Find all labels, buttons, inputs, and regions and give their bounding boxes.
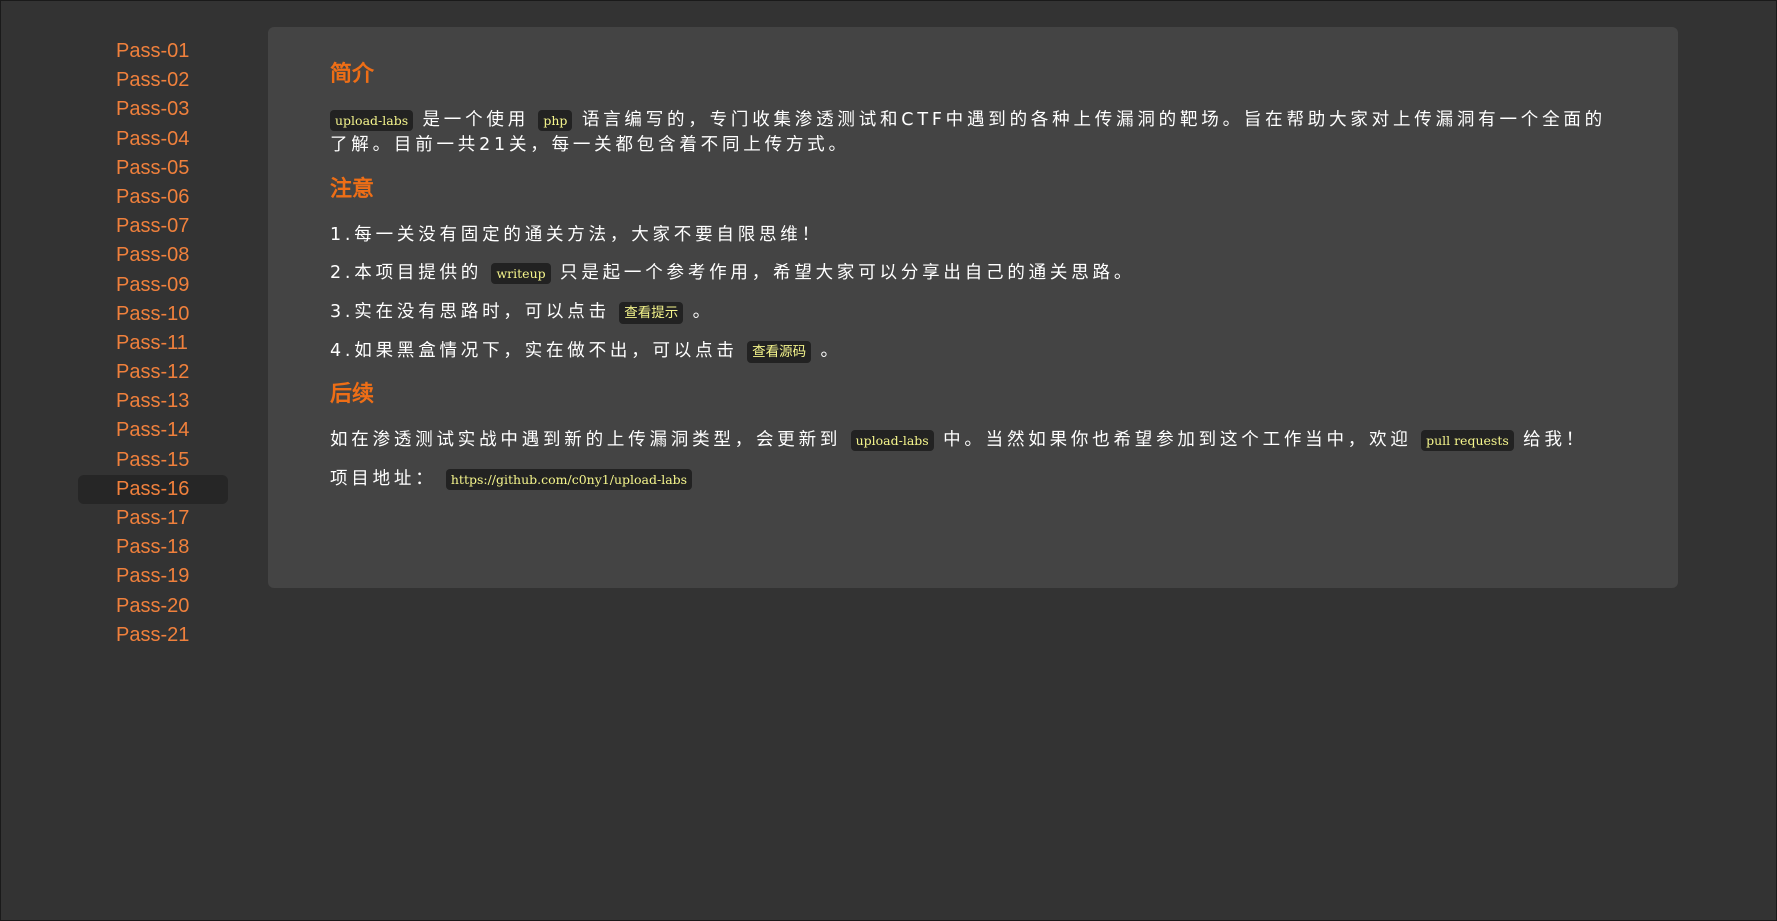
followup-paragraph: 如在渗透测试实战中遇到新的上传漏洞类型，会更新到 upload-labs 中。当… bbox=[330, 428, 1616, 453]
notice-item-4-post: 。 bbox=[820, 341, 842, 361]
php-code: php bbox=[538, 110, 573, 131]
followup-text-pre: 如在渗透测试实战中遇到新的上传漏洞类型，会更新到 bbox=[330, 430, 842, 450]
sidebar-item-pass-03[interactable]: Pass-03 bbox=[78, 95, 228, 124]
sidebar-item-pass-13[interactable]: Pass-13 bbox=[78, 387, 228, 416]
notice-item-1: 1.每一关没有固定的通关方法，大家不要自限思维！ bbox=[330, 225, 823, 245]
sidebar-item-pass-17[interactable]: Pass-17 bbox=[78, 504, 228, 533]
project-address: 项目地址： https://github.com/c0ny1/upload-la… bbox=[330, 467, 1616, 492]
notice-item-2: 2.本项目提供的 writeup 只是起一个参考作用，希望大家可以分享出自己的通… bbox=[330, 261, 1616, 286]
pull-requests-code: pull requests bbox=[1421, 430, 1514, 451]
content-panel: 简介 upload-labs 是一个使用 php 语言编写的，专门收集渗透测试和… bbox=[268, 27, 1678, 588]
sidebar-item-pass-06[interactable]: Pass-06 bbox=[78, 183, 228, 212]
sidebar-item-pass-15[interactable]: Pass-15 bbox=[78, 446, 228, 475]
notice-item-2-post: 只是起一个参考作用，希望大家可以分享出自己的通关思路。 bbox=[560, 263, 1136, 283]
followup-heading: 后续 bbox=[330, 382, 375, 407]
followup-text-mid: 中。当然如果你也希望参加到这个工作当中，欢迎 bbox=[943, 430, 1412, 450]
upload-labs-code: upload-labs bbox=[330, 110, 414, 131]
notice-item-4-pre: 4.如果黑盒情况下，实在做不出，可以点击 bbox=[330, 341, 738, 361]
sidebar-item-pass-02[interactable]: Pass-02 bbox=[78, 66, 228, 95]
project-url-code: https://github.com/c0ny1/upload-labs bbox=[445, 469, 693, 490]
sidebar: Pass-01 Pass-02 Pass-03 Pass-04 Pass-05 … bbox=[78, 37, 228, 650]
upload-labs-code-2: upload-labs bbox=[850, 430, 934, 451]
notice-item-2-pre: 2.本项目提供的 bbox=[330, 263, 483, 283]
sidebar-item-pass-10[interactable]: Pass-10 bbox=[78, 300, 228, 329]
view-source-code: 查看源码 bbox=[747, 341, 812, 363]
sidebar-item-pass-20[interactable]: Pass-20 bbox=[78, 592, 228, 621]
sidebar-item-pass-11[interactable]: Pass-11 bbox=[78, 329, 228, 358]
writeup-code: writeup bbox=[491, 263, 551, 284]
sidebar-item-pass-14[interactable]: Pass-14 bbox=[78, 416, 228, 445]
sidebar-item-pass-04[interactable]: Pass-04 bbox=[78, 125, 228, 154]
intro-heading: 简介 bbox=[330, 62, 375, 87]
sidebar-item-pass-16[interactable]: Pass-16 bbox=[78, 474, 228, 504]
notice-item-3-pre: 3.实在没有思路时，可以点击 bbox=[330, 302, 610, 322]
sidebar-item-pass-07[interactable]: Pass-07 bbox=[78, 212, 228, 241]
project-address-label: 项目地址： bbox=[330, 469, 437, 489]
sidebar-item-pass-09[interactable]: Pass-09 bbox=[78, 271, 228, 300]
sidebar-item-pass-12[interactable]: Pass-12 bbox=[78, 358, 228, 387]
sidebar-item-pass-08[interactable]: Pass-08 bbox=[78, 241, 228, 270]
sidebar-item-pass-05[interactable]: Pass-05 bbox=[78, 154, 228, 183]
intro-paragraph: upload-labs 是一个使用 php 语言编写的，专门收集渗透测试和CTF… bbox=[330, 108, 1616, 157]
notice-heading: 注意 bbox=[330, 177, 375, 202]
sidebar-item-pass-19[interactable]: Pass-19 bbox=[78, 562, 228, 591]
sidebar-item-pass-21[interactable]: Pass-21 bbox=[78, 621, 228, 650]
sidebar-item-pass-18[interactable]: Pass-18 bbox=[78, 533, 228, 562]
sidebar-item-pass-01[interactable]: Pass-01 bbox=[78, 37, 228, 66]
page-frame: Pass-01 Pass-02 Pass-03 Pass-04 Pass-05 … bbox=[0, 0, 1777, 921]
intro-text-1: 是一个使用 bbox=[422, 110, 529, 130]
notice-item-4: 4.如果黑盒情况下，实在做不出，可以点击 查看源码 。 bbox=[330, 339, 1616, 364]
view-hint-code: 查看提示 bbox=[619, 302, 684, 324]
notice-item-3: 3.实在没有思路时，可以点击 查看提示 。 bbox=[330, 300, 1616, 325]
followup-text-post: 给我！ bbox=[1523, 430, 1588, 450]
notice-item-3-post: 。 bbox=[692, 302, 714, 322]
